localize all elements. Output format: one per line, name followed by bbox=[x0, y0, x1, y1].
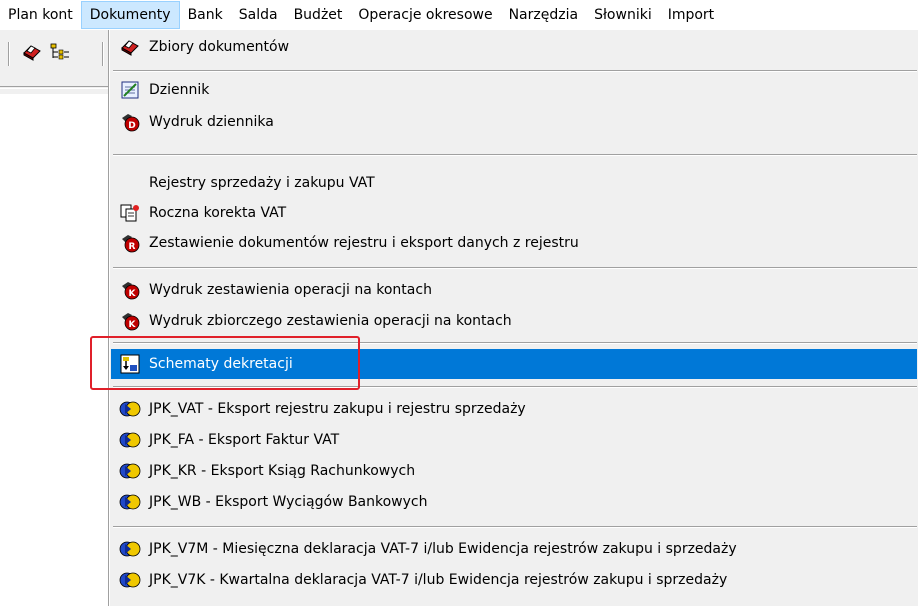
toolbar bbox=[0, 30, 112, 94]
menu-separator bbox=[113, 386, 917, 388]
menu-salda[interactable]: Salda bbox=[231, 1, 286, 29]
toolbar-divider bbox=[0, 86, 112, 89]
menu-item-label: Zbiory dokumentów bbox=[149, 39, 290, 55]
jpk-icon bbox=[119, 538, 141, 560]
tree-list-icon bbox=[50, 43, 70, 65]
jpk-icon bbox=[119, 429, 141, 451]
menu-item-label: JPK_WB - Eksport Wyciągów Bankowych bbox=[149, 494, 428, 510]
menu-bar: Plan kont Dokumenty Bank Salda Budżet Op… bbox=[0, 0, 918, 30]
menu-item-jpk-wb[interactable]: JPK_WB - Eksport Wyciągów Bankowych bbox=[111, 487, 917, 517]
jpk-icon bbox=[119, 460, 141, 482]
toolbar-separator bbox=[8, 42, 10, 66]
vat-correction-icon bbox=[119, 202, 141, 224]
menu-item-label: Wydruk zbiorczego zestawienia operacji n… bbox=[149, 313, 512, 329]
menu-operacje-okresowe[interactable]: Operacje okresowe bbox=[350, 1, 500, 29]
menu-item-label: JPK_VAT - Eksport rejestru zakupu i reje… bbox=[149, 401, 526, 417]
menu-item-label: Wydruk dziennika bbox=[149, 114, 274, 130]
menu-item-label: Zestawienie dokumentów rejestru i ekspor… bbox=[149, 235, 579, 251]
menu-dokumenty[interactable]: Dokumenty bbox=[80, 1, 180, 29]
menu-item-label: JPK_FA - Eksport Faktur VAT bbox=[149, 432, 340, 448]
menu-item-label: JPK_KR - Eksport Ksiąg Rachunkowych bbox=[149, 463, 416, 479]
menu-item-jpk-v7m[interactable]: JPK_V7M - Miesięczna deklaracja VAT-7 i/… bbox=[111, 534, 917, 564]
menu-item-jpk-kr[interactable]: JPK_KR - Eksport Ksiąg Rachunkowych bbox=[111, 456, 917, 486]
menu-bank[interactable]: Bank bbox=[180, 1, 231, 29]
menu-item-roczna-korekta-vat[interactable]: Roczna korekta VAT bbox=[111, 198, 917, 228]
menu-item-wydruk-zestawienia-operacji[interactable]: K Wydruk zestawienia operacji na kontach bbox=[111, 275, 917, 305]
menu-item-jpk-v7k[interactable]: JPK_V7K - Kwartalna deklaracja VAT-7 i/l… bbox=[111, 565, 917, 595]
toolbar-eraser-button[interactable] bbox=[20, 42, 44, 66]
print-r-icon: R bbox=[119, 232, 141, 254]
menu-item-label: Schematy dekretacji bbox=[149, 356, 293, 372]
svg-text:D: D bbox=[128, 121, 135, 131]
menu-narzedzia[interactable]: Narzędzia bbox=[501, 1, 586, 29]
menu-separator bbox=[113, 342, 917, 344]
dokumenty-dropdown-menu: Zbiory dokumentów Dziennik D Wydruk dzie… bbox=[108, 30, 918, 606]
menu-item-rejestry-vat[interactable]: Rejestry sprzedaży i zakupu VAT bbox=[111, 168, 917, 198]
eraser-icon bbox=[119, 36, 141, 58]
jpk-icon bbox=[119, 398, 141, 420]
menu-item-dziennik[interactable]: Dziennik bbox=[111, 75, 917, 105]
toolbar-tree-button[interactable] bbox=[48, 42, 72, 66]
menu-item-label: Wydruk zestawienia operacji na kontach bbox=[149, 282, 432, 298]
menu-item-zestawienie-dokumentow[interactable]: R Zestawienie dokumentów rejestru i eksp… bbox=[111, 228, 917, 258]
print-d-icon: D bbox=[119, 111, 141, 133]
print-k-icon: K bbox=[119, 279, 141, 301]
menu-item-wydruk-zbiorczego-zestawienia[interactable]: K Wydruk zbiorczego zestawienia operacji… bbox=[111, 306, 917, 336]
menu-item-label: Roczna korekta VAT bbox=[149, 205, 287, 221]
menu-item-label: Rejestry sprzedaży i zakupu VAT bbox=[149, 175, 375, 191]
svg-text:K: K bbox=[129, 289, 137, 299]
menu-item-jpk-vat[interactable]: JPK_VAT - Eksport rejestru zakupu i reje… bbox=[111, 394, 917, 424]
jpk-icon bbox=[119, 569, 141, 591]
svg-text:R: R bbox=[129, 242, 136, 252]
jpk-icon bbox=[119, 491, 141, 513]
scheme-icon bbox=[119, 353, 141, 375]
menu-plan-kont[interactable]: Plan kont bbox=[0, 1, 81, 29]
menu-separator bbox=[113, 267, 917, 269]
menu-separator bbox=[113, 154, 917, 156]
menu-item-wydruk-dziennika[interactable]: D Wydruk dziennika bbox=[111, 107, 917, 137]
menu-slowniki[interactable]: Słowniki bbox=[586, 1, 660, 29]
toolbar-separator bbox=[102, 42, 104, 66]
print-k-icon: K bbox=[119, 310, 141, 332]
menu-budzet[interactable]: Budżet bbox=[286, 1, 351, 29]
menu-separator bbox=[113, 70, 917, 72]
menu-item-schematy-dekretacji[interactable]: Schematy dekretacji bbox=[111, 349, 917, 379]
menu-item-label: JPK_V7M - Miesięczna deklaracja VAT-7 i/… bbox=[149, 541, 737, 557]
menu-item-label: Dziennik bbox=[149, 82, 210, 98]
menu-separator bbox=[113, 526, 917, 528]
svg-text:K: K bbox=[129, 320, 137, 330]
journal-icon bbox=[119, 79, 141, 101]
eraser-icon bbox=[22, 43, 42, 65]
menu-item-jpk-fa[interactable]: JPK_FA - Eksport Faktur VAT bbox=[111, 425, 917, 455]
menu-border bbox=[109, 30, 110, 606]
menu-item-zbiory-dokumentow[interactable]: Zbiory dokumentów bbox=[111, 32, 917, 62]
menu-import[interactable]: Import bbox=[660, 1, 722, 29]
menu-item-label: JPK_V7K - Kwartalna deklaracja VAT-7 i/l… bbox=[149, 572, 728, 588]
